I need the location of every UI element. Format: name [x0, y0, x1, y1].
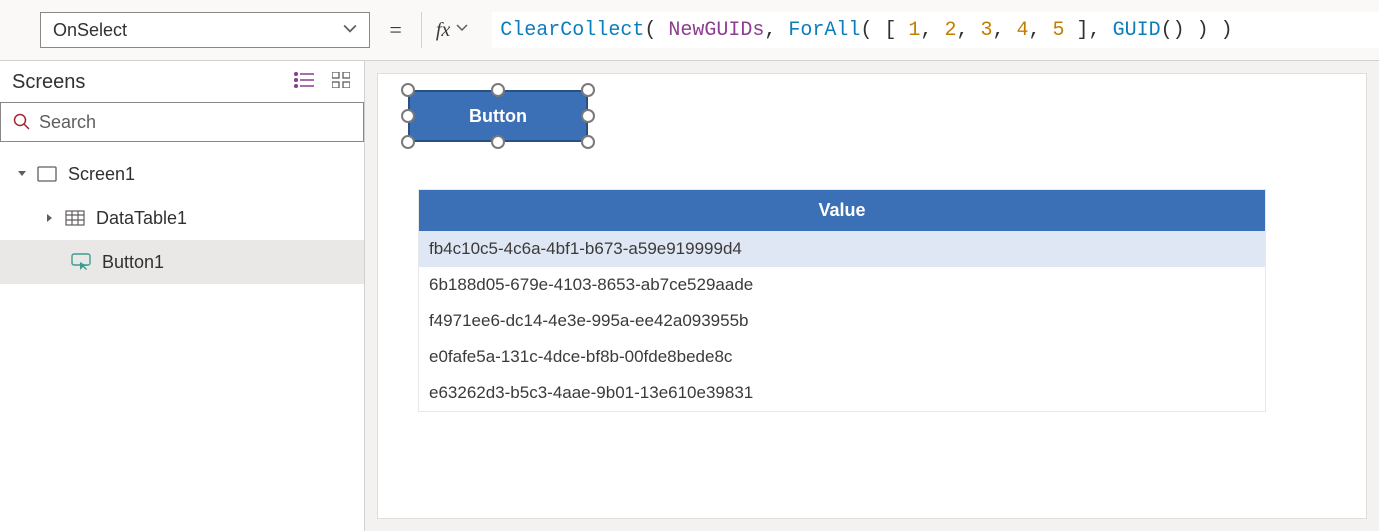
- formula-token: ,: [764, 19, 788, 42]
- formula-token: ClearCollect: [500, 19, 644, 42]
- search-input[interactable]: Search: [0, 102, 364, 142]
- resize-handle[interactable]: [491, 135, 505, 149]
- selected-control-button[interactable]: Button: [408, 90, 588, 142]
- chevron-down-icon: [456, 21, 468, 39]
- panel-title: Screens: [12, 71, 85, 94]
- resize-handle[interactable]: [401, 83, 415, 97]
- formula-token: 2: [944, 19, 956, 42]
- resize-handle[interactable]: [581, 135, 595, 149]
- resize-handle[interactable]: [581, 109, 595, 123]
- chevron-down-icon: [343, 20, 357, 41]
- fx-button[interactable]: fx: [421, 12, 482, 48]
- tree-item-screen[interactable]: Screen1: [0, 152, 364, 196]
- tree-item-label: DataTable1: [96, 208, 187, 229]
- resize-handle[interactable]: [491, 83, 505, 97]
- expand-icon[interactable]: [42, 213, 58, 223]
- formula-token: (: [644, 19, 668, 42]
- equals-label: =: [380, 12, 411, 48]
- table-row[interactable]: e63262d3-b5c3-4aae-9b01-13e610e39831: [419, 375, 1265, 411]
- table-row[interactable]: fb4c10c5-4c6a-4bf1-b673-a59e919999d4: [419, 231, 1265, 267]
- screen-stage[interactable]: Button Value fb4c10c5-4c6a-4bf1-b673-a59…: [377, 73, 1367, 519]
- tree-item-button[interactable]: Button1: [0, 240, 364, 284]
- formula-token: ],: [1065, 19, 1113, 42]
- formula-token: 4: [1017, 19, 1029, 42]
- table-row[interactable]: e0fafe5a-131c-4dce-bf8b-00fde8bede8c: [419, 339, 1265, 375]
- tree-view-panel: Screens Search Screen: [0, 61, 365, 531]
- property-selector[interactable]: OnSelect: [40, 12, 370, 48]
- formula-input[interactable]: ClearCollect( NewGUIDs, ForAll( [ 1, 2, …: [492, 12, 1379, 48]
- formula-token: ,: [920, 19, 944, 42]
- formula-token: ForAll: [788, 19, 860, 42]
- table-icon: [64, 210, 86, 226]
- formula-token: GUID: [1113, 19, 1161, 42]
- resize-handle[interactable]: [581, 83, 595, 97]
- formula-token: () ) ): [1161, 19, 1233, 42]
- formula-token: ,: [992, 19, 1016, 42]
- datatable-header[interactable]: Value: [419, 190, 1265, 231]
- property-selector-value: OnSelect: [53, 20, 127, 41]
- formula-token: ( [: [860, 19, 908, 42]
- formula-token: 5: [1053, 19, 1065, 42]
- button-icon: [70, 253, 92, 271]
- tree-item-label: Button1: [102, 252, 164, 273]
- search-icon: [13, 113, 31, 131]
- tree-item-label: Screen1: [68, 164, 135, 185]
- fx-icon: fx: [436, 19, 450, 42]
- design-canvas[interactable]: Button Value fb4c10c5-4c6a-4bf1-b673-a59…: [365, 61, 1379, 531]
- table-row[interactable]: 6b188d05-679e-4103-8653-ab7ce529aade: [419, 267, 1265, 303]
- formula-token: 1: [908, 19, 920, 42]
- formula-token: ,: [1029, 19, 1053, 42]
- tree-item-datatable[interactable]: DataTable1: [0, 196, 364, 240]
- list-view-icon[interactable]: [294, 71, 314, 94]
- table-row[interactable]: f4971ee6-dc14-4e3e-995a-ee42a093955b: [419, 303, 1265, 339]
- screen-tree: Screen1 DataTable1 Button1: [0, 146, 364, 284]
- resize-handle[interactable]: [401, 135, 415, 149]
- collapse-icon[interactable]: [14, 169, 30, 179]
- search-placeholder: Search: [39, 112, 96, 133]
- formula-token: NewGUIDs: [668, 19, 764, 42]
- formula-token: ,: [956, 19, 980, 42]
- grid-view-icon[interactable]: [332, 71, 350, 94]
- resize-handle[interactable]: [401, 109, 415, 123]
- canvas-datatable[interactable]: Value fb4c10c5-4c6a-4bf1-b673-a59e919999…: [418, 189, 1266, 412]
- formula-token: 3: [980, 19, 992, 42]
- screen-icon: [36, 166, 58, 182]
- formula-bar: OnSelect = fx ClearCollect( NewGUIDs, Fo…: [0, 0, 1379, 61]
- canvas-button-label: Button: [469, 106, 527, 127]
